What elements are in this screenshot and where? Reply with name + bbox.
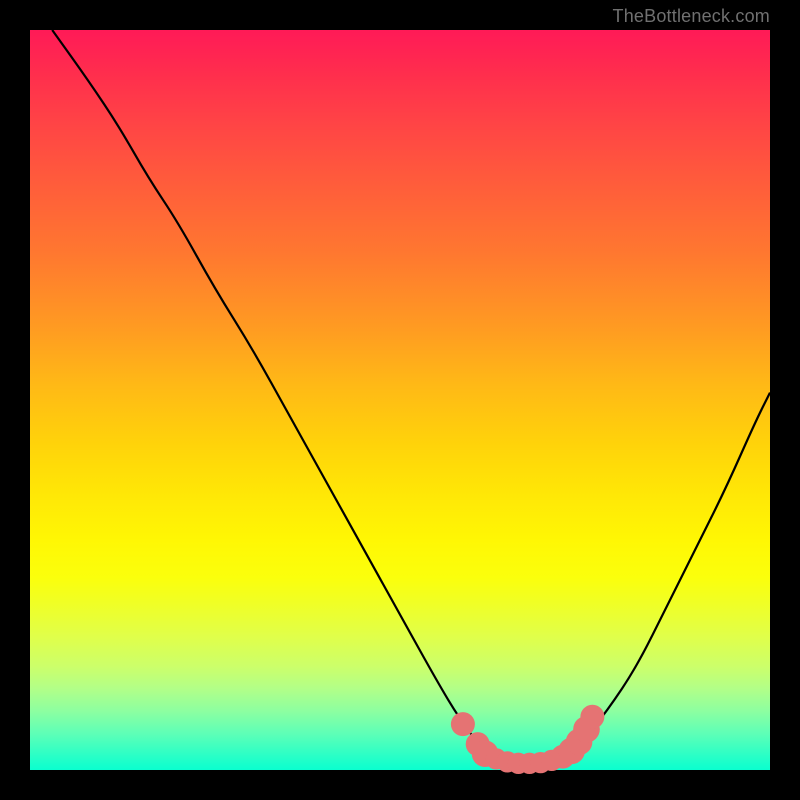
chart-plot-area — [30, 30, 770, 770]
valley-marker — [580, 705, 604, 729]
marker-layer — [451, 705, 604, 774]
valley-marker — [451, 712, 475, 736]
watermark-text: TheBottleneck.com — [613, 6, 770, 27]
chart-frame: TheBottleneck.com — [0, 0, 800, 800]
curve-right-branch — [578, 393, 770, 748]
curve-left-branch — [52, 30, 481, 748]
chart-svg — [30, 30, 770, 770]
